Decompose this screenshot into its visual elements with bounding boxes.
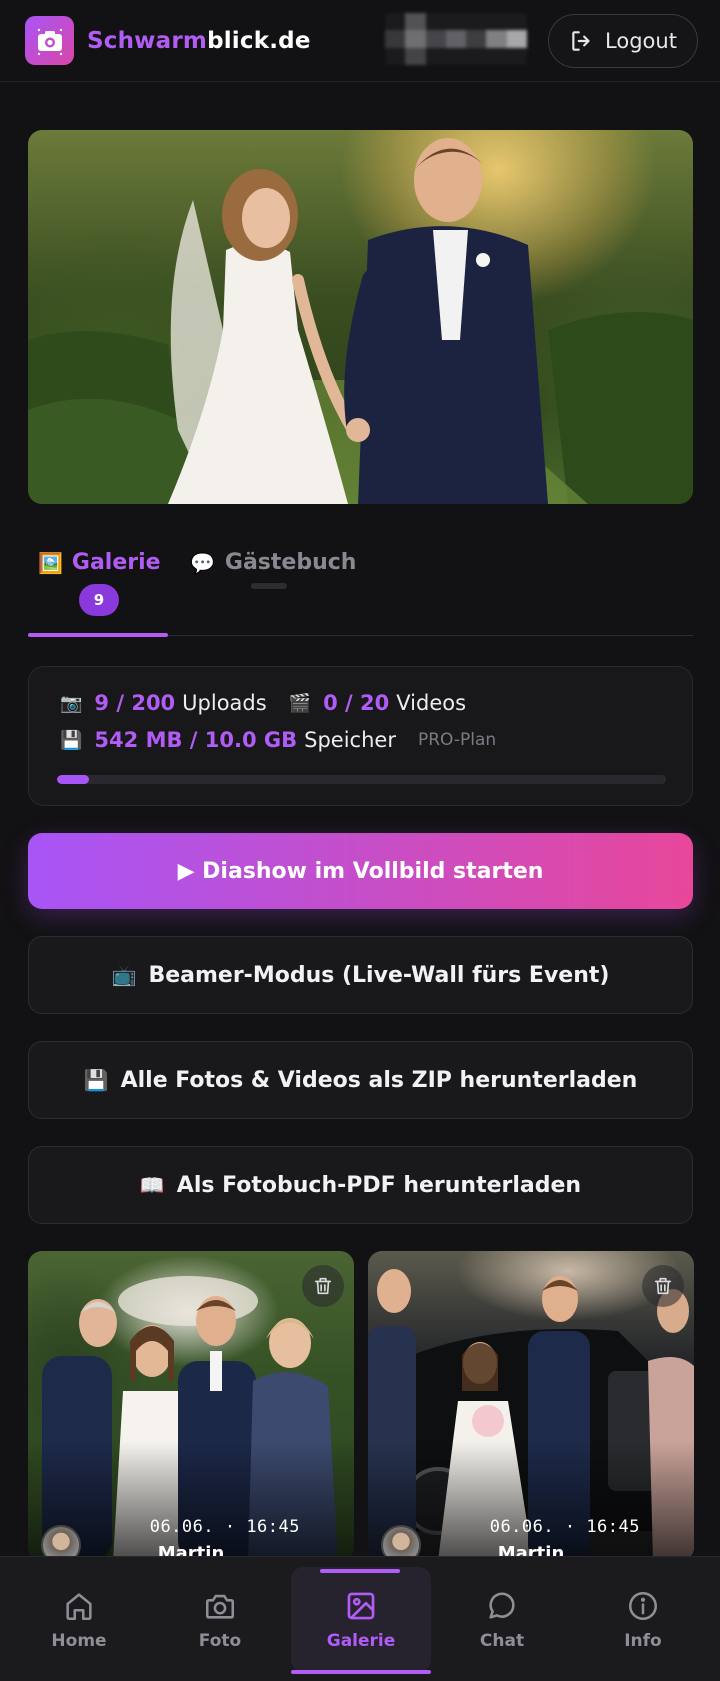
brand-part-1: Schwarm xyxy=(87,27,208,54)
chat-icon xyxy=(489,1592,515,1619)
nav-item-galerie[interactable]: Galerie xyxy=(289,1557,433,1681)
tab-gaestebuch-label-row: 💬 Gästebuch xyxy=(190,550,356,575)
trash-icon xyxy=(314,1277,332,1295)
brand-name: Schwarmblick.de xyxy=(87,28,311,54)
app-header: Schwarmblick.de Logout xyxy=(0,0,720,82)
clapperboard-icon: 🎬 xyxy=(288,692,312,714)
logout-label: Logout xyxy=(605,29,677,53)
photobook-pdf-button[interactable]: 📖 Als Fotobuch-PDF herunterladen xyxy=(28,1146,693,1224)
uploads-value: 9 / 200 xyxy=(94,691,176,715)
nav-label-galerie: Galerie xyxy=(326,1630,396,1651)
tab-galerie-label-row: 🖼️ Galerie xyxy=(38,550,161,575)
image-icon xyxy=(347,1592,375,1619)
nav-item-info[interactable]: Info xyxy=(571,1557,715,1681)
info-icon xyxy=(628,1591,658,1620)
photobook-pdf-label: Als Fotobuch-PDF herunterladen xyxy=(176,1172,582,1198)
nav-label-foto: Foto xyxy=(198,1630,242,1651)
wedding-couple-illustration xyxy=(28,138,693,504)
nav-label-chat: Chat xyxy=(479,1630,525,1651)
tab-galerie-count-badge: 9 xyxy=(79,584,119,616)
logout-button[interactable]: Logout xyxy=(548,14,698,68)
nav-label-info: Info xyxy=(624,1630,662,1651)
plan-badge: PRO-Plan xyxy=(417,730,497,750)
television-icon: 📺 xyxy=(111,963,137,987)
download-zip-label: Alle Fotos & Videos als ZIP herunterlade… xyxy=(120,1067,638,1093)
tab-active-indicator xyxy=(28,633,168,637)
gallery-tabs: 🖼️ Galerie 9 💬 Gästebuch xyxy=(28,540,693,637)
usage-stats-card: 📷 9 / 200 Uploads 🎬 0 / 20 Videos 💾 542 … xyxy=(28,666,693,806)
gallery-photo-1[interactable]: 06.06. · 16:45 Martin xyxy=(28,1251,354,1561)
trash-icon xyxy=(654,1277,672,1295)
nav-item-foto[interactable]: Foto xyxy=(148,1557,292,1681)
storage-label: Speicher xyxy=(304,728,396,752)
user-avatar-blurred xyxy=(385,13,527,65)
slideshow-button[interactable]: ▶ Diashow im Vollbild starten xyxy=(28,833,693,909)
brand-part-2: blick.de xyxy=(207,27,311,54)
tab-galerie[interactable]: 🖼️ Galerie 9 xyxy=(28,540,168,637)
tab-gaestebuch-label: Gästebuch xyxy=(224,550,357,575)
tab-gaestebuch[interactable]: 💬 Gästebuch xyxy=(190,540,360,636)
nav-label-home: Home xyxy=(51,1630,107,1651)
camera-icon xyxy=(205,1594,235,1619)
beamer-mode-button[interactable]: 📺 Beamer-Modus (Live-Wall fürs Event) xyxy=(28,936,693,1014)
logout-icon xyxy=(572,31,590,51)
delete-photo-button[interactable] xyxy=(302,1265,344,1307)
tab-gaestebuch-badge-placeholder xyxy=(251,583,287,589)
camera-emoji-icon: 📷 xyxy=(60,692,83,714)
beamer-mode-label: Beamer-Modus (Live-Wall fürs Event) xyxy=(148,962,610,988)
storage-progress-bar xyxy=(57,775,666,784)
storage-progress-fill xyxy=(57,775,90,784)
storage-value: 542 MB / 10.0 GB xyxy=(94,728,298,752)
tab-galerie-label: Galerie xyxy=(71,550,161,575)
hero-cover-photo xyxy=(28,130,693,504)
bottom-navigation: Home Foto Galerie Chat Info xyxy=(0,1556,720,1681)
floppy-disk-icon: 💾 xyxy=(60,729,83,751)
gallery-photo-2[interactable]: 06.06. · 16:45 Martin xyxy=(368,1251,694,1561)
nav-item-home[interactable]: Home xyxy=(7,1557,151,1681)
home-icon xyxy=(66,1592,92,1620)
photo-timestamp: 06.06. · 16:45 xyxy=(489,1517,640,1537)
videos-value: 0 / 20 xyxy=(323,691,390,715)
camera-logo-icon xyxy=(37,28,62,55)
speech-bubble-icon: 💬 xyxy=(190,550,215,575)
uploads-label: Uploads xyxy=(182,691,267,715)
download-zip-button[interactable]: 💾 Alle Fotos & Videos als ZIP herunterla… xyxy=(28,1041,693,1119)
photo-timestamp: 06.06. · 16:45 xyxy=(149,1517,300,1537)
nav-item-chat[interactable]: Chat xyxy=(430,1557,574,1681)
upload-stats-row: 📷 9 / 200 Uploads 🎬 0 / 20 Videos xyxy=(60,691,466,715)
floppy-disk-icon: 💾 xyxy=(83,1068,109,1092)
videos-label: Videos xyxy=(396,691,467,715)
storage-stats-row: 💾 542 MB / 10.0 GB Speicher PRO-Plan xyxy=(60,728,496,752)
open-book-icon: 📖 xyxy=(139,1173,165,1197)
app-logo[interactable] xyxy=(25,16,74,65)
delete-photo-button[interactable] xyxy=(642,1265,684,1307)
picture-icon: 🖼️ xyxy=(38,550,63,575)
